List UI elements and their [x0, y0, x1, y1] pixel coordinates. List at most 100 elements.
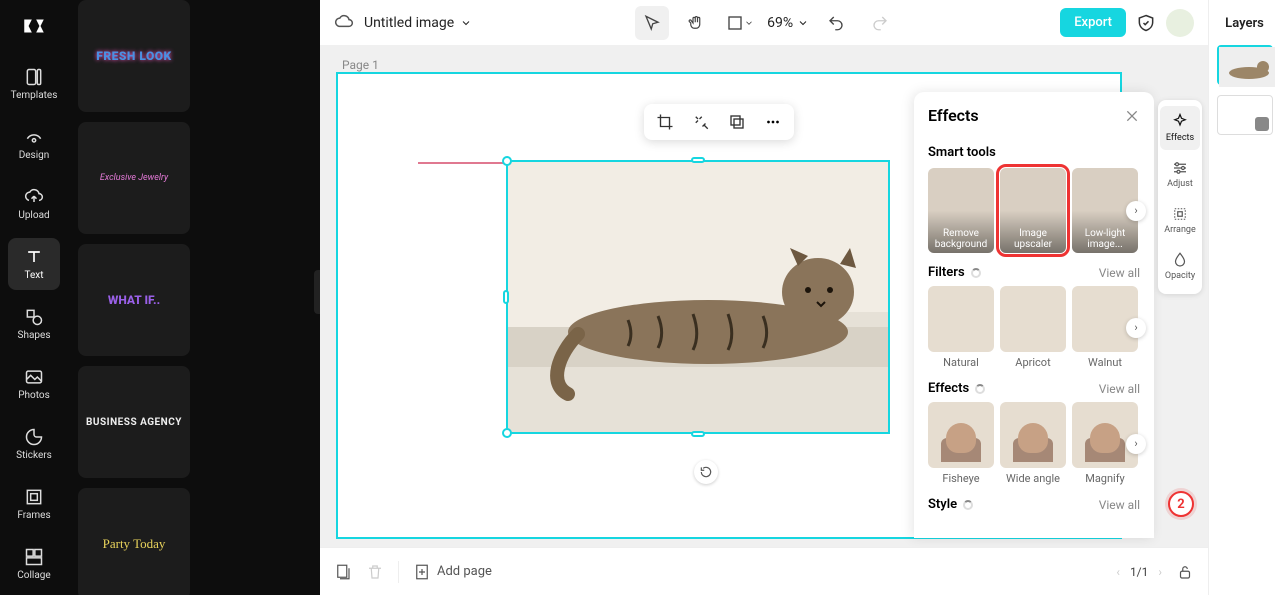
text-preset[interactable]: FRESH LOOK — [78, 0, 190, 112]
crop-button[interactable] — [654, 111, 676, 133]
close-icon[interactable] — [1124, 108, 1140, 124]
text-preset[interactable]: Exclusive Jewelry — [78, 122, 190, 234]
app-logo-icon[interactable] — [18, 10, 50, 42]
undo-button[interactable] — [819, 6, 853, 40]
nav-collage[interactable]: Collage — [8, 538, 60, 590]
resize-dropdown[interactable] — [723, 6, 757, 40]
nav-label: Text — [24, 270, 43, 281]
step-annotation-badge: 2 — [1168, 491, 1194, 517]
bottom-bar: Add page ‹ 1/1 › — [320, 547, 1208, 595]
delete-page-button[interactable] — [366, 563, 384, 581]
text-preset[interactable]: WHAT IF.. — [78, 244, 190, 356]
smart-tool-remove-background[interactable]: Remove background — [928, 168, 994, 253]
filter-label: Walnut — [1088, 356, 1122, 369]
nav-text[interactable]: Text — [8, 238, 60, 290]
resize-handle-w[interactable] — [503, 290, 509, 304]
loading-icon — [971, 268, 981, 278]
user-avatar[interactable] — [1166, 9, 1194, 37]
style-title: Style — [928, 497, 957, 512]
effects-panel-title: Effects — [928, 106, 979, 125]
next-arrow-button[interactable]: › — [1126, 201, 1146, 221]
card-label: Image upscaler — [1000, 225, 1066, 253]
cloud-sync-icon[interactable] — [334, 13, 354, 33]
style-viewall[interactable]: View all — [1099, 498, 1140, 512]
magic-button[interactable] — [690, 111, 712, 133]
filter-walnut[interactable] — [1072, 286, 1138, 352]
effect-fisheye[interactable] — [928, 402, 994, 468]
smart-tool-image-upscaler[interactable]: Image upscaler — [1000, 168, 1066, 253]
project-title-dropdown[interactable]: Untitled image — [364, 15, 472, 31]
nav-design[interactable]: Design — [8, 118, 60, 170]
chevron-down-icon — [460, 17, 472, 29]
add-page-button[interactable]: Add page — [413, 563, 492, 581]
nav-label: Design — [19, 150, 50, 161]
nav-upload[interactable]: Upload — [8, 178, 60, 230]
resize-handle-s[interactable] — [691, 431, 705, 437]
layer-thumb-selected[interactable] — [1217, 45, 1273, 85]
rail-label: Adjust — [1167, 179, 1193, 189]
selection-toolbar — [644, 104, 794, 140]
left-nav: Templates Design Upload Text Shapes Phot… — [0, 0, 68, 595]
effect-wideangle[interactable] — [1000, 402, 1066, 468]
rail-opacity[interactable]: Opacity — [1160, 244, 1200, 288]
effects-panel: Effects Smart tools Remove background Im… — [914, 92, 1154, 538]
canvas-viewport[interactable]: Page 1 — [320, 46, 1208, 547]
lock-button[interactable] — [1176, 563, 1194, 581]
next-arrow-button[interactable]: › — [1126, 318, 1146, 338]
effect-label: Magnify — [1085, 472, 1125, 485]
right-tool-rail: Effects Adjust Arrange Opacity — [1158, 100, 1202, 294]
loading-icon — [975, 384, 985, 394]
nav-label: Upload — [18, 210, 49, 221]
card-label: Low-light image... — [1072, 225, 1138, 253]
text-preset[interactable]: Party Today — [78, 488, 190, 595]
effect-label: Wide angle — [1006, 472, 1060, 485]
layer-preview-icon — [1219, 47, 1275, 87]
resize-handle-sw[interactable] — [502, 428, 512, 438]
rail-label: Arrange — [1164, 225, 1196, 235]
zoom-dropdown[interactable]: 69% — [767, 15, 809, 31]
filters-viewall[interactable]: View all — [1099, 266, 1140, 280]
select-tool[interactable] — [635, 6, 669, 40]
filter-label: Apricot — [1015, 356, 1050, 369]
duplicate-button[interactable] — [726, 111, 748, 133]
prev-page-button[interactable]: ‹ — [1116, 565, 1120, 579]
hand-tool[interactable] — [679, 6, 713, 40]
resize-handle-n[interactable] — [691, 157, 705, 163]
nav-frames[interactable]: Frames — [8, 478, 60, 530]
layers-title: Layers — [1225, 16, 1264, 31]
next-arrow-button[interactable]: › — [1126, 434, 1146, 454]
pages-button[interactable] — [334, 563, 352, 581]
zoom-value: 69% — [767, 15, 793, 31]
next-page-button[interactable]: › — [1158, 565, 1162, 579]
effect-magnify[interactable] — [1072, 402, 1138, 468]
preset-label: Exclusive Jewelry — [100, 173, 168, 183]
preset-label: BUSINESS AGENCY — [86, 417, 182, 428]
text-preset[interactable]: BUSINESS AGENCY — [78, 366, 190, 478]
cat-photo-icon — [508, 162, 888, 432]
filter-apricot[interactable] — [1000, 286, 1066, 352]
resize-handle-nw[interactable] — [502, 156, 512, 166]
export-button[interactable]: Export — [1060, 8, 1126, 37]
layer-thumb[interactable] — [1217, 95, 1273, 135]
nav-shapes[interactable]: Shapes — [8, 298, 60, 350]
nav-templates[interactable]: Templates — [8, 58, 60, 110]
rotate-handle[interactable] — [694, 460, 718, 484]
shield-icon[interactable] — [1136, 13, 1156, 33]
nav-label: Stickers — [16, 450, 52, 461]
rail-adjust[interactable]: Adjust — [1160, 152, 1200, 196]
filter-natural[interactable] — [928, 286, 994, 352]
nav-photos[interactable]: Photos — [8, 358, 60, 410]
more-button[interactable] — [762, 111, 784, 133]
rail-label: Opacity — [1165, 271, 1195, 281]
rail-arrange[interactable]: Arrange — [1160, 198, 1200, 242]
redo-button[interactable] — [863, 6, 897, 40]
layers-panel: Layers — [1208, 0, 1280, 595]
selected-image[interactable] — [508, 162, 888, 432]
nav-stickers[interactable]: Stickers — [8, 418, 60, 470]
nav-label: Photos — [18, 390, 50, 401]
nav-label: Frames — [17, 510, 50, 521]
pager: ‹ 1/1 › — [1116, 565, 1162, 579]
rail-effects[interactable]: Effects — [1160, 106, 1200, 150]
effects-viewall[interactable]: View all — [1099, 382, 1140, 396]
filter-label: Natural — [943, 356, 979, 369]
